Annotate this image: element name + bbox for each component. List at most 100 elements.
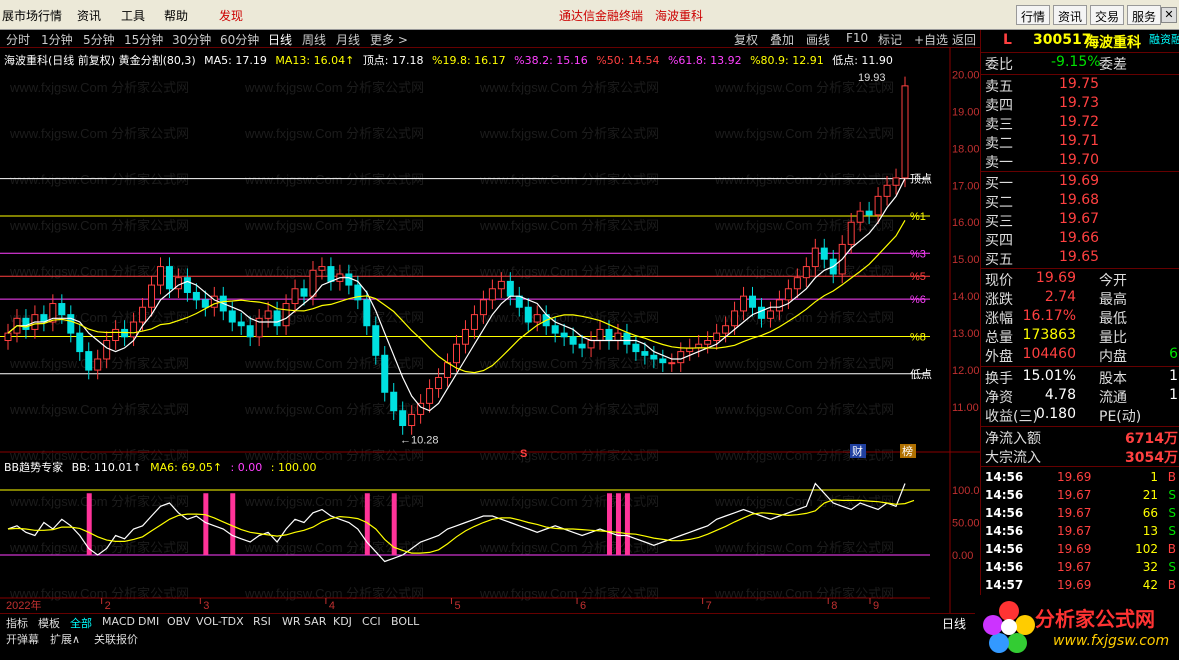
bottom-action[interactable]: 扩展∧	[50, 631, 80, 647]
period-30min[interactable]: 30分钟	[172, 31, 211, 48]
quote-panel: L 300517 海波重科 融资融券 委比 -9.15% 委差 卖五19.75卖…	[980, 30, 1179, 660]
sell-label: 卖一	[985, 155, 1013, 171]
kline-chart[interactable]: www.fxjgsw.Com 分析家公式网 www.fxjgsw.Com 分析家公…	[0, 48, 980, 613]
bb-tick-label: 50.00	[952, 518, 980, 530]
indicator-tab[interactable]: 模板	[38, 615, 60, 631]
candle-body	[704, 340, 712, 345]
sell-row: 卖四 19.73	[981, 95, 1179, 114]
period-daily[interactable]: 日线	[268, 31, 292, 48]
bottom-action[interactable]: 关联报价	[94, 631, 138, 647]
candle-body	[740, 295, 748, 312]
quote-button[interactable]: 行情	[1016, 5, 1051, 25]
stat-label: 涨跌	[985, 292, 1013, 308]
tick-direction: B	[1167, 542, 1176, 556]
candle-body	[856, 210, 864, 223]
overlay-button[interactable]: 叠加	[770, 31, 794, 48]
indicator-tab[interactable]: BOLL	[391, 615, 419, 628]
back-button[interactable]: 返回	[952, 31, 976, 48]
promo-stock: 海波重科	[655, 9, 704, 23]
indicator-tab[interactable]: MACD	[102, 615, 135, 628]
menu-help[interactable]: 帮助	[164, 7, 188, 24]
candle-body	[901, 85, 909, 179]
buy-row: 买三 19.67	[981, 211, 1179, 230]
menu-discover[interactable]: 发现	[219, 7, 243, 24]
draw-button[interactable]: 画线	[806, 31, 830, 48]
add-watchlist-button[interactable]: +自选	[914, 31, 948, 48]
news-button[interactable]: 资讯	[1053, 5, 1088, 25]
fuquan-button[interactable]: 复权	[734, 31, 758, 48]
bb-title: BB趋势专家	[4, 461, 64, 474]
indicator-tab[interactable]: WR	[282, 615, 301, 628]
fib-80-value: %80.9: 12.91	[750, 54, 824, 67]
menu-market[interactable]: 展市场行情	[2, 7, 62, 24]
candle-body	[201, 299, 209, 308]
candle-body	[722, 325, 730, 334]
stat-value: 0.180	[1035, 406, 1076, 422]
candle-body	[309, 269, 317, 297]
period-15min[interactable]: 15分钟	[124, 31, 163, 48]
tick-row: 14:57 19.69 42 B	[981, 578, 1179, 596]
stat-row: 现价 19.69 今开	[981, 270, 1179, 289]
indicator-tab[interactable]: RSI	[253, 615, 271, 628]
watermark-text: www.fxjgsw.Com 分析家公式网	[479, 356, 659, 371]
buy-price: 19.67	[1059, 211, 1100, 227]
stat-row: 总量 173863 量比	[981, 327, 1179, 346]
fib-level-label: %3	[910, 248, 926, 260]
kline-chart-area[interactable]: www.fxjgsw.Com 分析家公式网 www.fxjgsw.Com 分析家公…	[0, 48, 980, 613]
tick-volume: 1	[1150, 470, 1158, 484]
candle-body	[659, 358, 667, 364]
sell-row: 卖三 19.72	[981, 114, 1179, 133]
candle-body	[793, 277, 801, 290]
period-more[interactable]: 更多 >	[370, 31, 408, 48]
menu-tools[interactable]: 工具	[121, 7, 145, 24]
period-5min[interactable]: 5分钟	[83, 31, 115, 48]
fib-level-label: %6	[910, 294, 926, 306]
candle-body	[67, 314, 75, 334]
price-tick-label: 14.00	[952, 291, 980, 303]
candle-body	[363, 299, 371, 327]
indicator-tab[interactable]: 指标	[6, 615, 28, 631]
watermark-text: www.fxjgsw.Com 分析家公式网	[9, 80, 189, 95]
close-icon[interactable]: ✕	[1161, 7, 1177, 23]
indicator-tab[interactable]: SAR	[304, 615, 326, 628]
candle-body	[488, 288, 496, 301]
indicator-tab[interactable]: VOL-TDX	[196, 615, 244, 628]
trade-button[interactable]: 交易	[1090, 5, 1125, 25]
bb-indicator-info: BB趋势专家 BB: 110.01↑ MA6: 69.05↑ : 0.00 : …	[4, 459, 321, 475]
bottom-action[interactable]: 开弹幕	[6, 631, 39, 647]
indicator-tab[interactable]: 全部	[70, 615, 92, 631]
watermark-text: www.fxjgsw.Com 分析家公式网	[244, 80, 424, 95]
watermark-text: www.fxjgsw.Com 分析家公式网	[714, 356, 894, 371]
indicator-tab[interactable]: OBV	[167, 615, 190, 628]
mark-button[interactable]: 标记	[878, 31, 902, 48]
watermark-text: www.fxjgsw.Com 分析家公式网	[479, 80, 659, 95]
watermark-logo: 分析家公式网 www.fxjgsw.com	[975, 595, 1179, 660]
indicator-tab[interactable]: DMI	[138, 615, 159, 628]
tick-volume: 21	[1142, 488, 1158, 502]
candle-body	[435, 376, 443, 390]
period-weekly[interactable]: 周线	[302, 31, 326, 48]
candle-body	[731, 310, 739, 327]
price-tick-label: 11.00	[952, 402, 979, 414]
buy-label: 买二	[985, 195, 1013, 211]
watermark-text: www.fxjgsw.Com 分析家公式网	[479, 494, 659, 509]
period-60min[interactable]: 60分钟	[220, 31, 259, 48]
bang-marker[interactable]: 榜	[902, 444, 913, 458]
menu-news[interactable]: 资讯	[77, 7, 101, 24]
bb-signal-bar	[606, 493, 612, 555]
period-1min[interactable]: 1分钟	[41, 31, 73, 48]
period-fenshi[interactable]: 分时	[6, 31, 30, 48]
sell-price: 19.70	[1059, 152, 1100, 168]
sell-price: 19.75	[1059, 76, 1100, 92]
s-marker[interactable]: S	[520, 448, 527, 460]
candle-body	[22, 317, 30, 330]
indicator-tab[interactable]: CCI	[362, 615, 381, 628]
cai-marker[interactable]: 财	[852, 444, 863, 458]
stat-value-2: 6	[1169, 346, 1178, 362]
period-monthly[interactable]: 月线	[336, 31, 360, 48]
service-button[interactable]: 服务	[1127, 5, 1162, 25]
f10-button[interactable]: F10	[846, 31, 868, 45]
candle-body	[883, 184, 891, 197]
fib-level-label: 顶点	[910, 173, 932, 186]
indicator-tab[interactable]: KDJ	[333, 615, 352, 628]
